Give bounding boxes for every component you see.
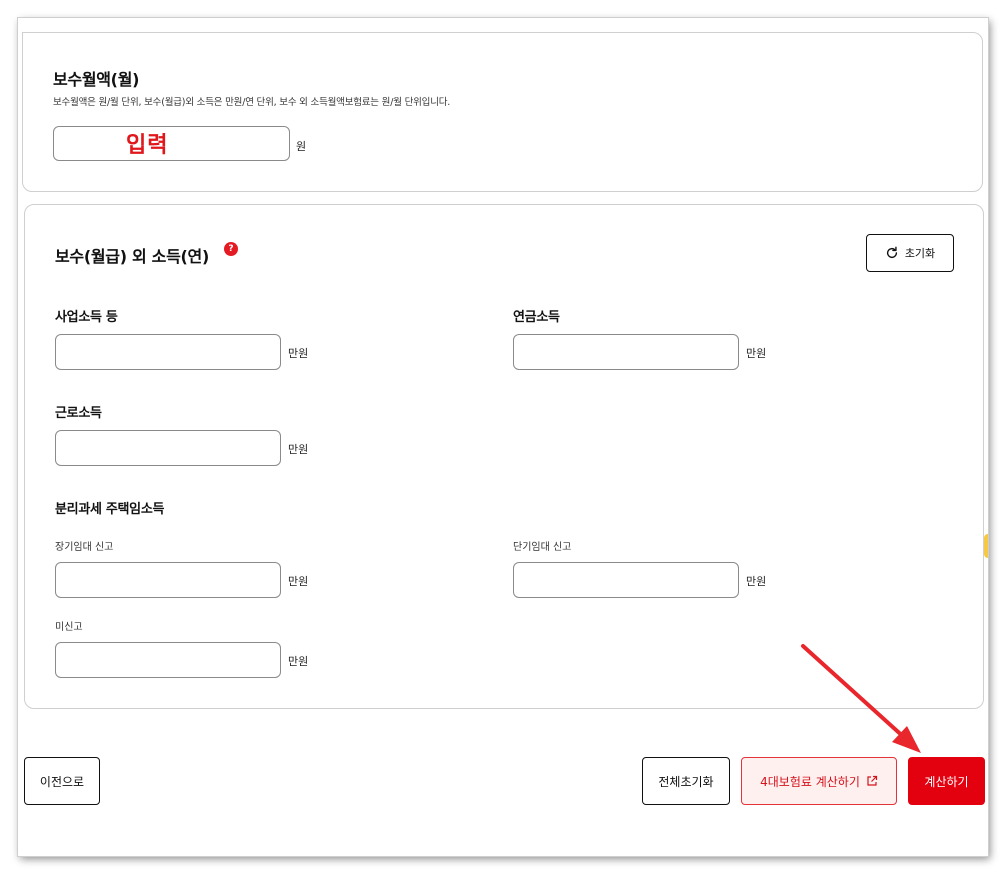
four-insurance-button[interactable]: 4대보험료 계산하기 — [741, 757, 897, 805]
four-insurance-button-label: 4대보험료 계산하기 — [760, 774, 860, 789]
short-term-rental-unit: 만원 — [746, 575, 767, 588]
long-term-rental-input[interactable] — [55, 562, 281, 598]
business-income-label: 사업소득 등 — [55, 310, 118, 325]
calculate-button[interactable]: 계산하기 — [908, 757, 985, 805]
salary-title: 보수월액(월) — [53, 70, 140, 89]
side-scroll-indicator — [984, 534, 988, 558]
pension-income-label: 연금소득 — [513, 310, 560, 325]
other-income-title: 보수(월급) 외 소득(연) — [55, 247, 209, 266]
earned-income-unit: 만원 — [288, 443, 309, 456]
business-income-input[interactable] — [55, 334, 281, 370]
short-term-rental-input[interactable] — [513, 562, 739, 598]
salary-input[interactable] — [53, 126, 290, 161]
help-badge-text: ? — [228, 244, 234, 254]
input-annotation-text: 입력 — [126, 132, 169, 158]
salary-description: 보수월액은 원/월 단위, 보수(월급)외 소득은 만원/연 단위, 보수 외 … — [53, 97, 451, 108]
prev-button[interactable]: 이전으로 — [24, 757, 100, 805]
salary-card — [22, 32, 983, 192]
help-icon[interactable]: ? — [224, 242, 238, 256]
refresh-icon — [886, 246, 897, 259]
pension-income-input[interactable] — [513, 334, 739, 370]
calculate-button-label: 계산하기 — [924, 774, 969, 789]
salary-unit: 원 — [296, 140, 307, 153]
business-income-unit: 만원 — [288, 347, 309, 360]
earned-income-label: 근로소득 — [55, 406, 102, 421]
short-term-rental-label: 단기임대 신고 — [513, 542, 572, 553]
long-term-rental-unit: 만원 — [288, 575, 309, 588]
reset-all-button-label: 전체초기화 — [658, 774, 714, 789]
earned-income-input[interactable] — [55, 430, 281, 466]
rental-income-label: 분리과세 주택임소득 — [55, 502, 165, 517]
prev-button-label: 이전으로 — [39, 774, 85, 789]
calculator-frame: 보수월액(월) 보수월액은 원/월 단위, 보수(월급)외 소득은 만원/연 단… — [18, 18, 988, 856]
reset-button[interactable]: 초기화 — [866, 234, 954, 272]
long-term-rental-label: 장기임대 신고 — [55, 542, 114, 553]
pension-income-unit: 만원 — [746, 347, 767, 360]
unreported-rental-input[interactable] — [55, 642, 281, 678]
unreported-rental-unit: 만원 — [288, 655, 309, 668]
reset-all-button[interactable]: 전체초기화 — [642, 757, 730, 805]
unreported-rental-label: 미신고 — [55, 622, 83, 633]
external-link-icon — [867, 775, 877, 786]
reset-button-label: 초기화 — [904, 247, 936, 260]
